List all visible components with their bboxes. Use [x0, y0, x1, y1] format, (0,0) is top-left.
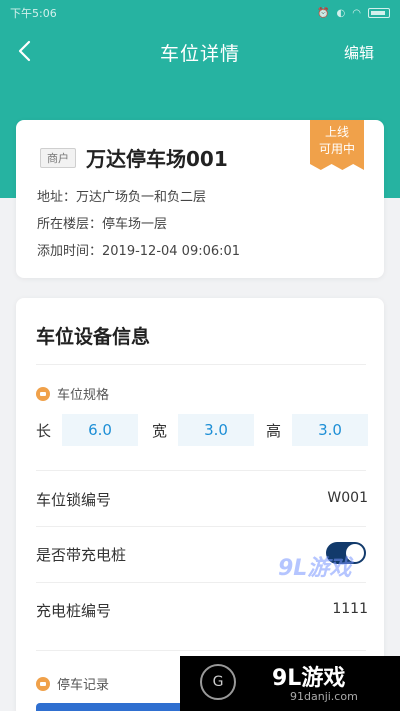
page-title: 车位详情: [159, 42, 240, 65]
length-value: 6.0: [62, 414, 138, 446]
parking-lot-card: 商户 万达停车场001 地址：万达广场负一和负二层 所在楼层：停车场一层 添加时…: [16, 120, 384, 278]
divider: [36, 470, 366, 471]
divider: [36, 582, 366, 583]
status-badge: 上线 可用中: [310, 120, 364, 170]
back-button[interactable]: [10, 36, 40, 66]
lot-name: 万达停车场001: [86, 147, 228, 171]
length-label: 长: [36, 422, 52, 440]
alarm-icon: ⏰: [317, 7, 330, 19]
mute-icon: ◐: [336, 7, 346, 19]
nav-bar: 车位详情 编辑: [0, 30, 400, 74]
watermark-banner: G 9L游戏 91danji.com: [180, 656, 400, 711]
chevron-left-icon: [18, 40, 31, 62]
badge-line2: 可用中: [318, 142, 355, 156]
divider: [36, 364, 366, 365]
charger-label: 是否带充电桩: [36, 546, 127, 564]
edit-button[interactable]: 编辑: [344, 42, 374, 63]
lot-added-time: 添加时间：2019-12-04 09:06:01: [37, 244, 241, 259]
height-label: 高: [266, 422, 282, 440]
merchant-tag: 商户: [40, 148, 76, 168]
status-bar: 下午5:06 ⏰ ◐ ◠: [0, 0, 400, 26]
divider: [36, 650, 366, 651]
lock-number-value: W001: [327, 490, 368, 506]
spec-heading: 车位规格: [36, 384, 109, 403]
watermark-logo: G: [200, 664, 236, 700]
charger-number-value: 1111: [332, 601, 368, 617]
charger-number-label: 充电桩编号: [36, 602, 112, 620]
record-heading: 停车记录: [36, 674, 109, 693]
lot-floor: 所在楼层：停车场一层: [37, 217, 168, 232]
watermark-url: 91danji.com: [290, 690, 358, 703]
status-time: 下午5:06: [10, 7, 57, 20]
status-icons: ⏰ ◐ ◠: [317, 8, 390, 19]
device-info-card: 车位设备信息 车位规格 长 6.0 宽 3.0 高 3.0 车位锁编号 W001…: [16, 298, 384, 711]
parking-icon: [36, 676, 50, 691]
width-value: 3.0: [178, 414, 254, 446]
record-heading-label: 停车记录: [57, 678, 110, 693]
lot-address: 地址：万达广场负一和负二层: [37, 190, 207, 205]
width-label: 宽: [152, 422, 168, 440]
parking-icon: [36, 386, 50, 401]
dimension-row: 长 6.0 宽 3.0 高 3.0: [36, 414, 370, 446]
badge-line1: 上线: [324, 125, 349, 139]
lock-number-label: 车位锁编号: [36, 491, 112, 509]
wifi-icon: ◠: [352, 7, 361, 19]
section-title: 车位设备信息: [36, 326, 151, 348]
watermark-text: 9L游戏: [278, 556, 352, 581]
spec-heading-label: 车位规格: [57, 388, 110, 403]
divider: [36, 526, 366, 527]
watermark-brand: 9L游戏: [272, 666, 346, 691]
battery-icon: [368, 8, 390, 18]
height-value: 3.0: [292, 414, 368, 446]
